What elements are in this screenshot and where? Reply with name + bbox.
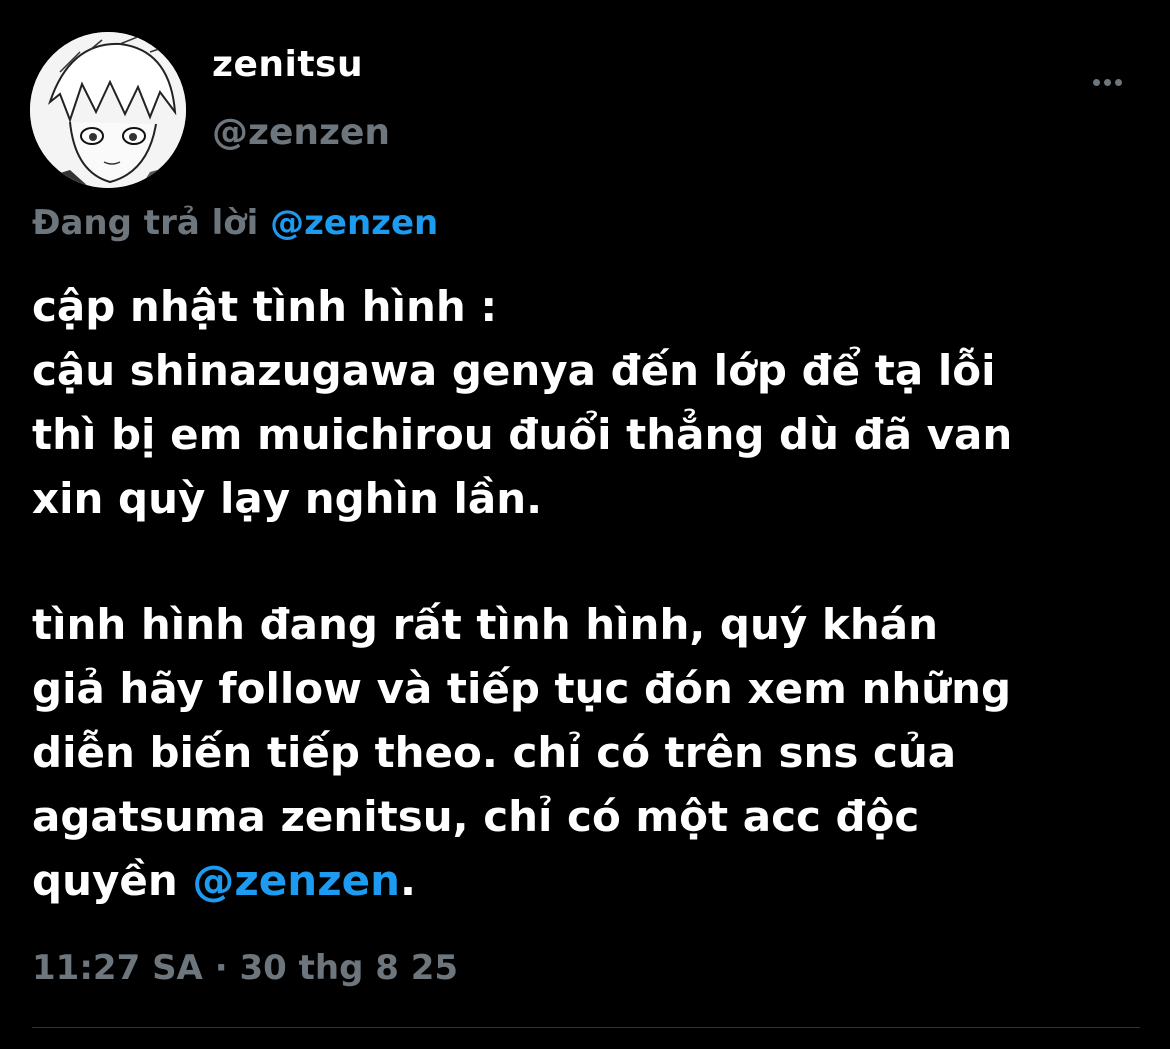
tweet-line: diễn biến tiếp theo. chỉ có trên sns của [32, 728, 957, 777]
tweet-line: quyền @zenzen. [32, 849, 1162, 913]
tweet-date: 30 thg 8 25 [239, 948, 459, 988]
tweet-line: cập nhật tình hình : [32, 282, 498, 331]
tweet-line: cậu shinazugawa genya đến lớp để tạ lỗi [32, 346, 996, 395]
tweet-timestamp[interactable]: 11:27 SA · 30 thg 8 25 [32, 948, 458, 988]
more-horizontal-icon-dot [1114, 78, 1122, 86]
tweet-time: 11:27 SA [32, 948, 203, 988]
avatar-illustration [30, 32, 186, 188]
more-horizontal-icon [1092, 78, 1100, 86]
more-horizontal-icon-dot [1103, 78, 1111, 86]
more-options-button[interactable] [1082, 64, 1132, 100]
tweet-line: xin quỳ lạy nghìn lần. [32, 474, 543, 523]
replying-to: Đang trả lời @zenzen [32, 203, 438, 243]
tweet-line: thì bị em muichirou đuổi thẳng dù đã van [32, 410, 1013, 459]
tweet-line: agatsuma zenitsu, chỉ có một acc độc [32, 792, 920, 841]
tweet-line-period: . [400, 856, 416, 905]
tweet-mention[interactable]: @zenzen [192, 856, 400, 905]
replying-to-mention[interactable]: @zenzen [270, 203, 438, 243]
author-handle[interactable]: @zenzen [212, 112, 390, 153]
tweet-text: cập nhật tình hình : cậu shinazugawa gen… [32, 275, 1162, 913]
tweet-line: tình hình đang rất tình hình, quý khán [32, 600, 938, 649]
meta-separator: · [202, 948, 240, 988]
replying-to-label: Đang trả lời [32, 203, 271, 243]
tweet-line: giả hãy follow và tiếp tục đón xem những [32, 664, 1012, 713]
divider [32, 1027, 1140, 1028]
avatar[interactable] [30, 32, 186, 188]
author-display-name[interactable]: zenitsu [212, 44, 363, 85]
tweet-line-text: quyền [32, 856, 193, 905]
